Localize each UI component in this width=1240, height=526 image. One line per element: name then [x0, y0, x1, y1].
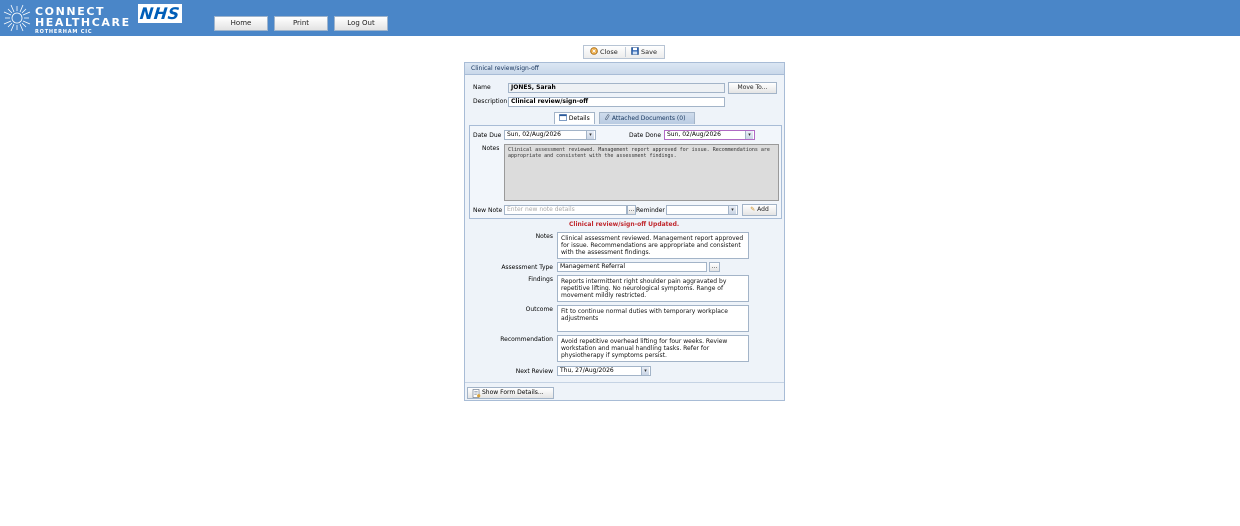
assessment-type-ellipsis-button[interactable]: ...	[709, 262, 720, 272]
logo-line-2: HEALTHCARE	[35, 16, 131, 29]
recommendation-label: Recommendation	[500, 336, 553, 343]
close-icon	[590, 47, 598, 55]
next-review-label: Next Review	[515, 368, 553, 375]
tab-attached-documents[interactable]: Attached Documents (0)	[599, 112, 695, 124]
assessment-type-field: Management Referral	[557, 262, 707, 272]
reminder-select[interactable]: ▾	[666, 205, 738, 215]
top-bar: CONNECT HEALTHCARE ROTHERHAM CIC NHS Hom…	[0, 0, 1240, 36]
date-done-dropdown-icon[interactable]: ▾	[745, 131, 753, 139]
details-section: Date Due Sun, 02/Aug/2026 ▾ Date Done Su…	[469, 125, 782, 219]
clinical-review-panel: Clinical review/sign-off Name JONES, Sar…	[464, 62, 785, 401]
assessment-type-label: Assessment Type	[501, 264, 553, 271]
nav-print-button[interactable]: Print	[274, 16, 328, 31]
notes-label: Notes	[482, 145, 500, 152]
nhs-logo: NHS	[138, 4, 182, 23]
outcome-label: Outcome	[525, 306, 553, 313]
form-notes-field: Clinical assessment reviewed. Management…	[557, 232, 749, 259]
add-label: Add	[757, 206, 769, 213]
add-note-button[interactable]: ✎ Add	[742, 204, 777, 216]
date-due-label: Date Due	[473, 132, 502, 139]
close-button[interactable]: Close	[590, 46, 618, 58]
date-due-field[interactable]: Sun, 02/Aug/2026 ▾	[504, 130, 596, 140]
description-label: Description	[473, 98, 508, 105]
tab-attached-documents-label: Attached Documents (0)	[611, 115, 686, 122]
new-note-input[interactable]: Enter new note details	[504, 205, 627, 215]
form-notes-label: Notes	[535, 233, 553, 240]
findings-field: Reports intermittent right shoulder pain…	[557, 275, 749, 302]
nav-logout-button[interactable]: Log Out	[334, 16, 388, 31]
show-form-details-label: Show Form Details...	[482, 389, 544, 396]
tab-details-label: Details	[568, 115, 590, 122]
next-review-value: Thu, 27/Aug/2026	[560, 367, 614, 374]
form-details-icon	[472, 389, 481, 398]
name-field: JONES, Sarah	[508, 83, 725, 93]
calendar-icon	[559, 114, 567, 121]
description-field[interactable]: Clinical review/sign-off	[508, 97, 725, 107]
footer-divider	[465, 382, 784, 383]
save-icon	[631, 47, 639, 55]
save-button[interactable]: Save	[631, 46, 657, 58]
date-due-dropdown-icon[interactable]: ▾	[586, 131, 594, 139]
reminder-dropdown-icon[interactable]: ▾	[728, 206, 736, 214]
logo-text: CONNECT HEALTHCARE ROTHERHAM CIC	[35, 6, 131, 35]
next-review-field[interactable]: Thu, 27/Aug/2026 ▾	[557, 366, 651, 376]
form-action-toolbar: Close Save	[583, 45, 665, 59]
new-note-ellipsis-button[interactable]: ...	[627, 205, 636, 215]
new-note-placeholder: Enter new note details	[507, 206, 575, 213]
close-label: Close	[600, 48, 618, 56]
date-due-value: Sun, 02/Aug/2026	[507, 131, 561, 138]
name-label: Name	[473, 84, 491, 91]
notes-textarea[interactable]: Clinical assessment reviewed. Management…	[504, 144, 779, 201]
findings-label: Findings	[528, 276, 553, 283]
tab-details[interactable]: Details	[554, 112, 595, 124]
outcome-field: Fit to continue normal duties with tempo…	[557, 305, 749, 332]
next-review-dropdown-icon[interactable]: ▾	[641, 367, 649, 375]
toolbar-divider	[625, 47, 626, 57]
move-to-button[interactable]: Move To...	[728, 82, 777, 94]
sunburst-logo-icon	[3, 4, 31, 32]
date-done-label: Date Done	[629, 132, 662, 139]
logo-line-3: ROTHERHAM CIC	[35, 29, 93, 35]
status-message: Clinical review/sign-off Updated.	[569, 221, 680, 228]
date-done-value: Sun, 02/Aug/2026	[667, 131, 721, 138]
nav-home-button[interactable]: Home	[214, 16, 268, 31]
show-form-details-button[interactable]: Show Form Details...	[467, 387, 554, 399]
panel-title: Clinical review/sign-off	[465, 63, 784, 75]
new-note-label: New Note	[473, 207, 503, 214]
recommendation-field: Avoid repetitive overhead lifting for fo…	[557, 335, 749, 362]
paperclip-icon	[605, 114, 610, 121]
add-icon: ✎	[750, 206, 756, 213]
reminder-label: Reminder	[636, 207, 665, 214]
date-done-field[interactable]: Sun, 02/Aug/2026 ▾	[664, 130, 755, 140]
save-label: Save	[641, 48, 657, 56]
